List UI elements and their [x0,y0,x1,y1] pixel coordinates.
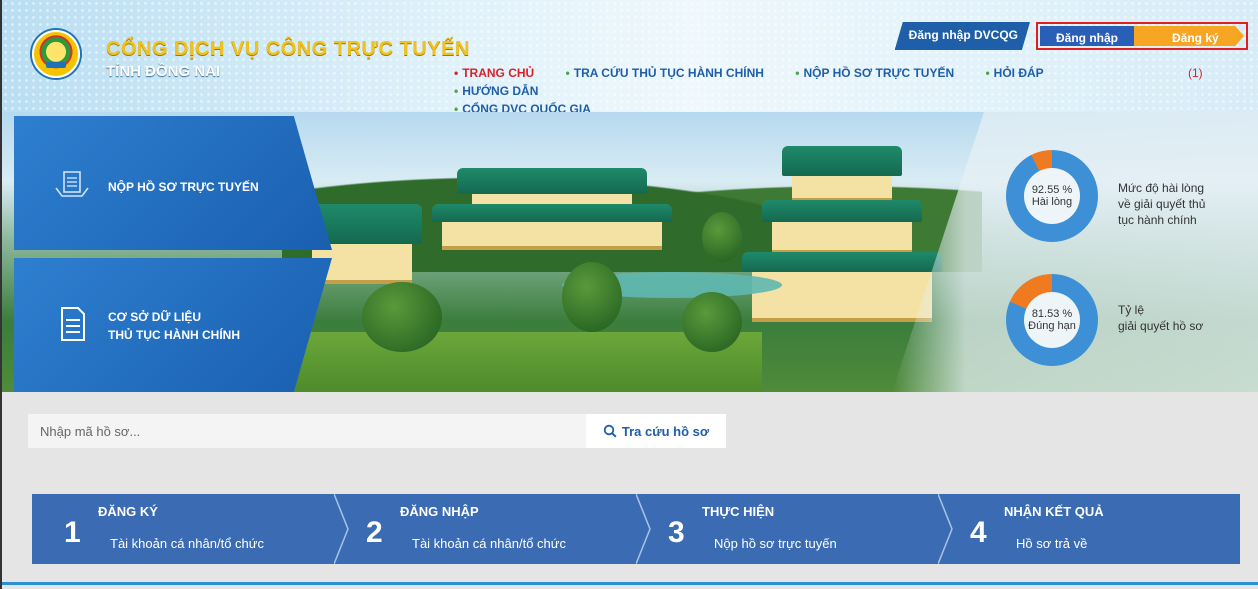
nav-item-online-submission[interactable]: • NỘP HỒ SƠ TRỰC TUYẾN [795,66,968,80]
main-nav: • TRANG CHỦ • TRA CỨU THỦ TỤC HÀNH CHÍNH •… [454,64,1203,112]
step-title: THỰC HIỆN [702,504,775,519]
nav-label: HƯỚNG DẪN [462,84,539,98]
ontime-value: 81.53 % [1031,308,1073,320]
chevron-right-icon [938,494,953,564]
chevron-right-icon [636,494,651,564]
card-online-submission-label: NỘP HỒ SƠ TRỰC TUYẾN [108,180,259,194]
step-desc: Hồ sơ trả về [1016,536,1088,551]
card-online-submission[interactable]: NỘP HỒ SƠ TRỰC TUYẾN [14,116,332,250]
nav-item-guide[interactable]: • HƯỚNG DẪN [454,84,552,98]
pagoda-building [772,222,912,254]
stat-label-line: Mức độ hài lòng [1118,181,1205,195]
nav-label: TRA CỨU THỦ TỤC HÀNH CHÍNH [573,66,764,80]
pagoda-roof [742,252,942,272]
satisfaction-sub: Hài lòng [1031,196,1073,208]
search-button[interactable]: Tra cứu hồ sơ [586,414,726,448]
top-buttons: Đăng nhập DVCQG Đăng nhập Đăng ký [894,22,1248,50]
nav-item-home[interactable]: • TRANG CHỦ [454,66,548,80]
pagoda-roof [782,146,902,176]
search-input[interactable] [28,414,586,448]
auth-buttons-highlight: Đăng nhập Đăng ký [1036,22,1248,50]
nav-item-procedure-lookup[interactable]: • TRA CỨU THỦ TỤC HÀNH CHÍNH [566,66,778,80]
steps-bar: 1 ĐĂNG KÝ Tài khoản cá nhân/tổ chức 2 ĐĂ… [32,494,1240,564]
chevron-right-icon [334,494,349,564]
step-number: 1 [64,516,81,549]
page: CỔNG DỊCH VỤ CÔNG TRỰC TUYẾN TỈNH ĐỒNG N… [0,0,1258,589]
document-hand-icon [55,171,89,197]
step-desc: Nộp hồ sơ trực tuyến [714,536,837,551]
card-label-line: CƠ SỞ DỮ LIỆU [108,310,202,324]
step-number: 2 [366,516,383,549]
ontime-donut[interactable]: 81.53 % Đúng hạn [1006,274,1098,366]
bottom-divider [2,582,1258,585]
search-icon [603,424,617,438]
step-desc: Tài khoản cá nhân/tổ chức [412,536,566,551]
pagoda-roof [457,168,647,194]
stat-label-line: về giải quyết thủ [1118,197,1206,211]
header: CỔNG DỊCH VỤ CÔNG TRỰC TUYẾN TỈNH ĐỒNG N… [2,0,1258,112]
tree [682,292,742,352]
satisfaction-value: 92.55 % [1031,184,1073,196]
pagoda-roof [432,204,672,222]
step-title: NHẬN KẾT QUẢ [1004,504,1104,519]
steps-section: 1 ĐĂNG KÝ Tài khoản cá nhân/tổ chức 2 ĐĂ… [2,475,1258,589]
step-number: 4 [970,516,987,549]
site-subtitle[interactable]: TỈNH ĐỒNG NAI [106,63,220,80]
ontime-sub: Đúng hạn [1028,320,1076,332]
pagoda-building [442,222,662,250]
nav-label: HỎI ĐÁP [993,66,1044,80]
card-label-line: THỦ TỤC HÀNH CHÍNH [108,328,240,342]
satisfaction-label: Mức độ hài lòng về giải quyết thủ tục hà… [1118,180,1205,228]
tree [362,282,442,352]
step-title: ĐĂNG KÝ [98,504,158,519]
donut-center: 81.53 % Đúng hạn [1024,292,1080,348]
step-number: 3 [668,516,685,549]
search-button-label: Tra cứu hồ sơ [621,423,710,439]
card-procedure-database[interactable]: CƠ SỞ DỮ LIỆU THỦ TỤC HÀNH CHÍNH [14,258,332,392]
step-desc: Tài khoản cá nhân/tổ chức [110,536,264,551]
annotation-label: (1) [1188,66,1203,80]
register-button[interactable]: Đăng ký [1134,26,1244,46]
province-logo[interactable] [32,30,80,78]
nav-item-national-portal[interactable]: • CỔNG DVC QUỐC GIA [454,102,605,112]
nav-label: TRANG CHỦ [462,66,535,80]
nav-item-faq[interactable]: • HỎI ĐÁP [985,66,1057,80]
step-title: ĐĂNG NHẬP [400,504,479,519]
step-receive[interactable]: 4 NHẬN KẾT QUẢ Hồ sơ trả về [938,494,1240,564]
nav-label: NỘP HỒ SƠ TRỰC TUYẾN [803,66,955,80]
step-register[interactable]: 1 ĐĂNG KÝ Tài khoản cá nhân/tổ chức [32,494,334,564]
stat-label-line: giải quyết hồ sơ [1118,319,1204,333]
donut-center: 92.55 % Hài lòng [1024,168,1080,224]
login-dvcqg-button[interactable]: Đăng nhập DVCQG [894,22,1030,50]
pagoda-building [792,176,892,202]
search-section: Tra cứu hồ sơ [2,392,1258,475]
step-login[interactable]: 2 ĐĂNG NHẬP Tài khoản cá nhân/tổ chức [334,494,636,564]
tree [562,262,622,332]
document-icon [61,307,85,341]
tree [702,212,742,262]
stat-label-line: Tỷ lệ [1118,303,1145,317]
pagoda-roof [762,200,922,222]
stat-label-line: tục hành chính [1118,213,1197,227]
site-title[interactable]: CỔNG DỊCH VỤ CÔNG TRỰC TUYẾN [106,38,470,61]
satisfaction-donut[interactable]: 92.55 % Hài lòng [1006,150,1098,242]
login-button[interactable]: Đăng nhập [1040,26,1144,46]
pagoda-building [752,272,932,322]
step-perform[interactable]: 3 THỰC HIỆN Nộp hồ sơ trực tuyến [636,494,938,564]
nav-label: CỔNG DVC QUỐC GIA [462,102,591,112]
card-procedure-database-label: CƠ SỞ DỮ LIỆU THỦ TỤC HÀNH CHÍNH [108,308,240,344]
ontime-label: Tỷ lệ giải quyết hồ sơ [1118,302,1203,334]
